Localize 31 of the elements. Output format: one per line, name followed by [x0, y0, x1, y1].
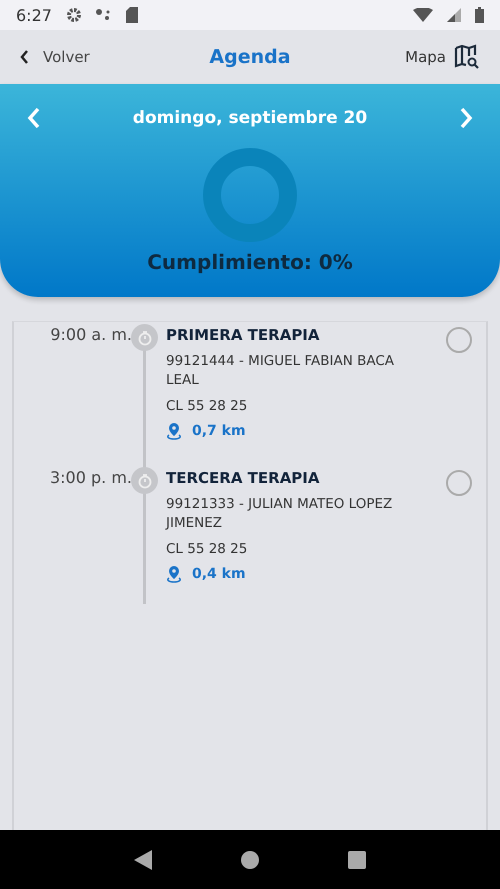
patient-name: 99121444 - MIGUEL FABIAN BACA LEAL [166, 352, 396, 390]
appointment-title: TERCERA TERAPIA [166, 469, 320, 487]
recents-nav-icon[interactable] [348, 850, 366, 868]
home-nav-icon[interactable] [240, 850, 259, 868]
screen-title: Agenda [209, 46, 291, 68]
appointment-time: 3:00 p. m. [48, 467, 132, 489]
clock-time: 6:27 [16, 6, 52, 24]
chevron-left-icon [20, 50, 29, 64]
sd-card-icon [126, 7, 138, 23]
back-button[interactable]: Volver [20, 48, 90, 66]
complete-checkbox[interactable] [446, 327, 472, 353]
map-search-icon [454, 44, 480, 70]
address-text: CL 55 28 25 [166, 398, 248, 414]
address-text: CL 55 28 25 [166, 541, 248, 557]
battery-icon [475, 7, 484, 23]
patient-name: 99121333 - JULIAN MATEO LOPEZ JIMENEZ [166, 495, 394, 533]
location-pin-icon [166, 422, 182, 440]
distance-text: 0,7 km [192, 423, 246, 439]
appointment-time: 9:00 a. m. [49, 324, 132, 346]
dots-icon [96, 9, 112, 21]
date-label: domingo, septiembre 20 [132, 108, 368, 128]
map-button[interactable]: Mapa [405, 44, 480, 70]
distance-text: 0,4 km [192, 566, 246, 582]
signal-icon [447, 8, 461, 22]
location-pin-icon [166, 565, 182, 583]
previous-day-button[interactable] [26, 106, 42, 130]
complete-checkbox[interactable] [446, 470, 472, 496]
compliance-label: Cumplimiento: 0% [147, 250, 353, 274]
back-nav-icon[interactable] [134, 850, 152, 870]
wifi-icon [413, 8, 433, 22]
appointment-title: PRIMERA TERAPIA [166, 326, 321, 344]
